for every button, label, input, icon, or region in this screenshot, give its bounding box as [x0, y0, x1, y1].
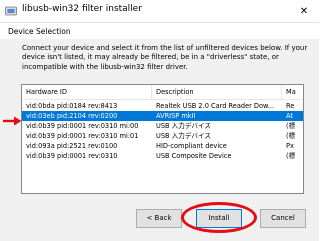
title-bar: libusb-win32 filter installer ✕	[0, 0, 319, 23]
annotation-arrow-icon	[3, 116, 22, 126]
cell-hardware-id: vid:0bda pid:0184 rev:8413	[26, 102, 118, 110]
table-row[interactable]: vid:093a pid:2521 rev:0100 HID-compliant…	[22, 141, 303, 151]
column-header-description[interactable]: Description	[152, 85, 282, 99]
instructions-text: Connect your device and select it from t…	[22, 44, 308, 71]
table-row-selected[interactable]: vid:03eb pid:2104 rev:0200 AVRISP mkII A…	[22, 111, 303, 121]
column-header-hardware-id[interactable]: Hardware ID	[22, 85, 152, 99]
cell-manufacturer: Px	[286, 142, 294, 150]
installer-window: libusb-win32 filter installer ✕ Device S…	[0, 0, 319, 241]
cell-description: HID-compliant device	[156, 142, 227, 150]
close-icon: ✕	[299, 5, 309, 17]
cell-description: USB 入力デバイス	[156, 132, 211, 140]
cell-hardware-id: vid:0b39 pid:0001 rev:0310	[26, 152, 118, 160]
cell-description: AVRISP mkII	[156, 112, 196, 120]
back-button[interactable]: < Back	[136, 209, 182, 228]
cell-hardware-id: vid:03eb pid:2104 rev:0200	[26, 112, 118, 120]
cell-description: USB 入力デバイス	[156, 122, 211, 130]
list-rows: vid:0bda pid:0184 rev:8413 Realtek USB 2…	[22, 101, 303, 161]
cell-manufacturer: (標	[286, 122, 296, 130]
device-list[interactable]: Hardware ID Description Ma vid:0bda pid:…	[21, 84, 304, 194]
cell-hardware-id: vid:093a pid:2521 rev:0100	[26, 142, 118, 150]
window-title: libusb-win32 filter installer	[22, 4, 142, 14]
install-button[interactable]: Install	[196, 209, 242, 228]
close-button[interactable]: ✕	[289, 0, 319, 22]
cell-manufacturer: At	[286, 112, 293, 120]
cell-description: USB Composite Device	[156, 152, 232, 160]
cancel-button[interactable]: Cancel	[260, 209, 306, 228]
cell-manufacturer: (標	[286, 152, 296, 160]
table-row[interactable]: vid:0b39 pid:0001 rev:0310 USB Composite…	[22, 151, 303, 161]
cell-manufacturer: (標	[286, 132, 296, 140]
column-header-manufacturer[interactable]: Ma	[282, 85, 303, 99]
cell-description: Realtek USB 2.0 Card Reader Dow...	[156, 102, 275, 110]
cell-hardware-id: vid:0b39 pid:0001 rev:0310 mi:00	[26, 122, 139, 130]
table-row[interactable]: vid:0bda pid:0184 rev:8413 Realtek USB 2…	[22, 101, 303, 111]
cell-hardware-id: vid:0b39 pid:0001 rev:0310 mi:01	[26, 132, 139, 140]
app-icon	[5, 6, 17, 16]
cell-manufacturer: Re	[286, 102, 295, 110]
section-title: Device Selection	[8, 27, 71, 36]
table-row[interactable]: vid:0b39 pid:0001 rev:0310 mi:01 USB 入力デ…	[22, 131, 303, 141]
table-row[interactable]: vid:0b39 pid:0001 rev:0310 mi:00 USB 入力デ…	[22, 121, 303, 131]
list-header: Hardware ID Description Ma	[22, 85, 303, 100]
